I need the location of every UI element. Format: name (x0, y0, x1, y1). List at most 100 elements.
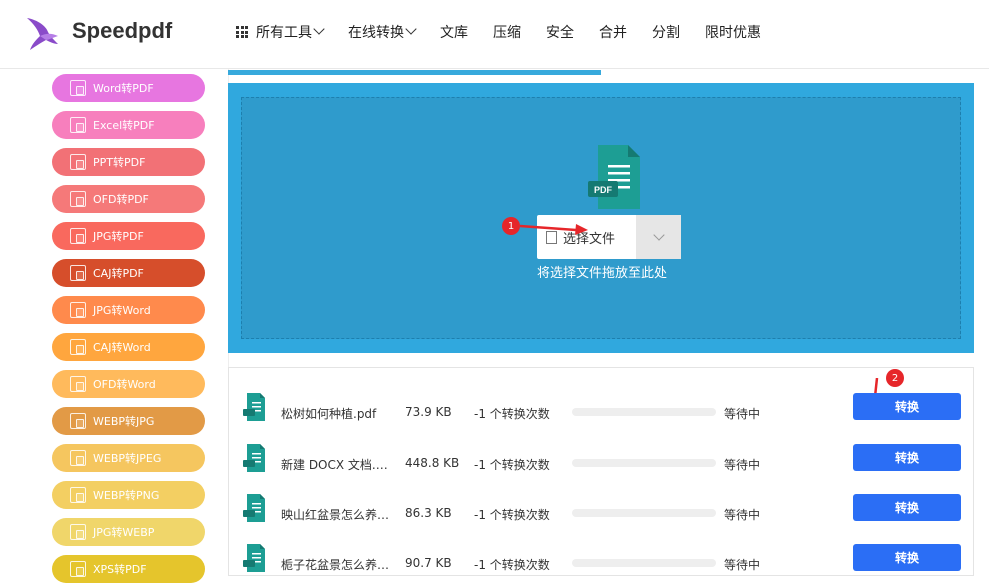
pdf-file-icon (243, 393, 265, 421)
convert-file-icon (70, 117, 86, 133)
convert-button[interactable]: 转换 (853, 444, 961, 471)
nav-item-7[interactable]: 限时优惠 (705, 22, 761, 42)
sidebar-tool-label: CAJ转Word (93, 341, 151, 354)
upload-area[interactable]: PDF 选择文件 将选择文件拖放至此处 1 (228, 83, 974, 353)
nav-item-label: 限时优惠 (705, 25, 761, 41)
nav-item-label: 合并 (599, 25, 627, 41)
nav-item-0[interactable]: 所有工具 (236, 22, 325, 42)
pdf-file-icon (243, 544, 265, 572)
file-name: 映山红盆景怎么养.docx (281, 508, 391, 522)
progress-bar (572, 559, 716, 567)
pdf-file-icon: PDF (588, 145, 640, 209)
sidebar-tool-9[interactable]: WEBP转JPG (52, 407, 205, 435)
nav-item-3[interactable]: 压缩 (493, 22, 521, 42)
convert-file-icon (70, 154, 86, 170)
sidebar-tool-1[interactable]: Excel转PDF (52, 111, 205, 139)
tool-sidebar: Word转PDF Excel转PDF PPT转PDF OFD转PDF JPG转PDF CA… (0, 69, 229, 583)
convert-button[interactable]: 转换 (853, 494, 961, 521)
convert-file-icon (70, 561, 86, 577)
sidebar-tool-label: WEBP转PNG (93, 489, 160, 502)
pdf-badge-label: PDF (594, 185, 613, 195)
nav-item-2[interactable]: 文库 (440, 22, 468, 42)
grid-menu-icon (236, 26, 248, 38)
sidebar-tool-5[interactable]: CAJ转PDF (52, 259, 205, 287)
sidebar-tool-11[interactable]: WEBP转PNG (52, 481, 205, 509)
convert-button[interactable]: 转换 (853, 393, 961, 420)
sidebar-tool-label: JPG转PDF (93, 230, 144, 243)
sidebar-tool-label: CAJ转PDF (93, 267, 144, 280)
sidebar-tool-8[interactable]: OFD转Word (52, 370, 205, 398)
conversion-count: -1 个转换次数 (474, 407, 550, 421)
conversion-count: -1 个转换次数 (474, 458, 550, 472)
conversion-count: -1 个转换次数 (474, 508, 550, 522)
conversion-count: -1 个转换次数 (474, 558, 550, 572)
file-row: 映山红盆景怎么养.docx 86.3 KB -1 个转换次数 等待中 转换 (229, 494, 975, 534)
sidebar-tool-label: WEBP转JPEG (93, 452, 162, 465)
header: Speedpdf 所有工具 在线转换 文库 压缩 安全 合并 分割 限时优惠 (0, 0, 989, 69)
sidebar-tool-label: PPT转PDF (93, 156, 146, 169)
convert-file-icon (70, 450, 86, 466)
file-row: 栀子花盆景怎么养.docx 90.7 KB -1 个转换次数 等待中 转换 (229, 544, 975, 584)
nav-item-label: 在线转换 (348, 25, 404, 41)
nav-item-5[interactable]: 合并 (599, 22, 627, 42)
drop-hint-text: 将选择文件拖放至此处 (536, 266, 667, 281)
progress-bar (572, 408, 716, 416)
convert-file-icon (70, 80, 86, 96)
sidebar-tool-12[interactable]: JPG转WEBP (52, 518, 205, 546)
select-source-dropdown[interactable] (636, 215, 681, 259)
convert-file-icon (70, 265, 86, 281)
sidebar-tool-label: WEBP转JPG (93, 415, 155, 428)
annotation-marker-1: 1 (502, 217, 520, 235)
convert-file-icon (70, 487, 86, 503)
sidebar-tool-10[interactable]: WEBP转JPEG (52, 444, 205, 472)
file-name: 新建 DOCX 文档.docx (281, 458, 391, 472)
sidebar-tool-label: JPG转WEBP (93, 526, 155, 539)
annotation-marker-2: 2 (886, 369, 904, 387)
nav-item-label: 文库 (440, 25, 468, 41)
convert-file-icon (70, 302, 86, 318)
speedpdf-logo-icon[interactable] (24, 14, 60, 52)
sidebar-tool-label: OFD转Word (93, 378, 156, 391)
sidebar-tool-label: Word转PDF (93, 82, 154, 95)
progress-bar (572, 509, 716, 517)
file-row: 新建 DOCX 文档.docx 448.8 KB -1 个转换次数 等待中 转换 (229, 444, 975, 484)
sidebar-tool-4[interactable]: JPG转PDF (52, 222, 205, 250)
chevron-down-icon (405, 23, 417, 35)
file-size: 73.9 KB (405, 405, 452, 419)
file-size: 448.8 KB (405, 456, 460, 470)
file-name: 松树如何种植.pdf (281, 407, 377, 421)
nav-item-label: 分割 (652, 25, 680, 41)
sidebar-tool-2[interactable]: PPT转PDF (52, 148, 205, 176)
file-size: 90.7 KB (405, 556, 452, 570)
convert-file-icon (70, 191, 86, 207)
main-nav: 所有工具 在线转换 文库 压缩 安全 合并 分割 限时优惠 (236, 22, 786, 42)
nav-item-6[interactable]: 分割 (652, 22, 680, 42)
convert-file-icon (70, 524, 86, 540)
convert-file-icon (70, 339, 86, 355)
pdf-file-icon (243, 494, 265, 522)
chevron-down-icon (313, 23, 325, 35)
nav-item-4[interactable]: 安全 (546, 22, 574, 42)
brand-name[interactable]: Speedpdf (72, 18, 172, 44)
nav-item-label: 压缩 (493, 25, 521, 41)
drop-zone[interactable]: PDF 选择文件 将选择文件拖放至此处 1 (241, 97, 961, 339)
convert-file-icon (70, 228, 86, 244)
convert-button[interactable]: 转换 (853, 544, 961, 571)
sidebar-tool-0[interactable]: Word转PDF (52, 74, 205, 102)
file-name: 栀子花盆景怎么养.docx (281, 558, 391, 572)
file-status: 等待中 (724, 407, 761, 421)
file-status: 等待中 (724, 508, 761, 522)
file-status: 等待中 (724, 458, 761, 472)
sidebar-tool-7[interactable]: CAJ转Word (52, 333, 205, 361)
sidebar-tool-label: OFD转PDF (93, 193, 149, 206)
nav-item-1[interactable]: 在线转换 (348, 22, 417, 42)
sidebar-tool-label: JPG转Word (93, 304, 151, 317)
pdf-file-icon (243, 444, 265, 472)
chevron-down-icon (652, 229, 665, 241)
sidebar-tool-label: XPS转PDF (93, 563, 147, 576)
file-status: 等待中 (724, 558, 761, 572)
sidebar-tool-13[interactable]: XPS转PDF (52, 555, 205, 583)
sidebar-tool-6[interactable]: JPG转Word (52, 296, 205, 324)
progress-bar (572, 459, 716, 467)
sidebar-tool-3[interactable]: OFD转PDF (52, 185, 205, 213)
